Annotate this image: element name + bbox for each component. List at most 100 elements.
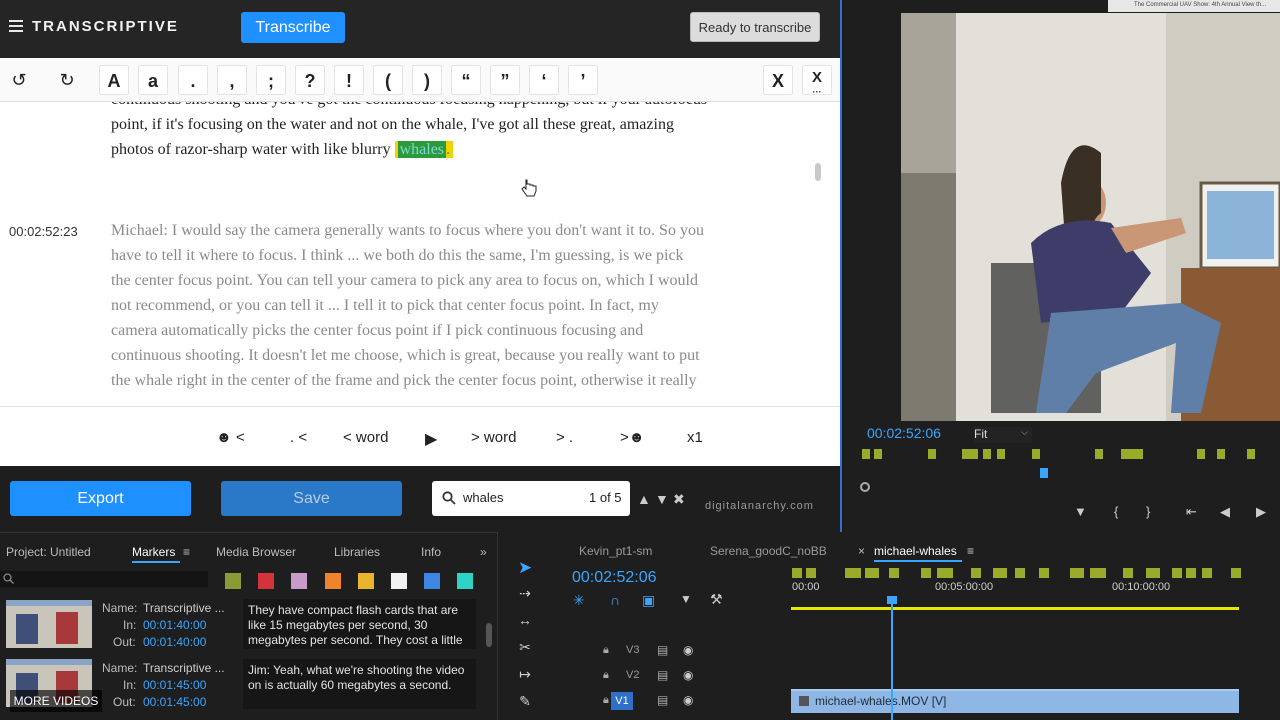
marker[interactable] [997, 449, 1005, 459]
marker[interactable] [889, 568, 899, 578]
snap-icon[interactable]: ∩ [610, 592, 620, 608]
marker[interactable] [845, 568, 861, 578]
prev-word-button[interactable]: < word [343, 429, 388, 446]
prev-speaker-button[interactable]: ☻ < [216, 429, 245, 446]
marker[interactable] [874, 449, 882, 459]
markers-filter-input[interactable] [0, 571, 208, 587]
marker-name[interactable]: Transcriptive ... [143, 601, 225, 615]
tab-media-browser[interactable]: Media Browser [216, 545, 296, 559]
open-single-quote-button[interactable]: ‘ [529, 65, 559, 95]
track-label-v1[interactable]: V1 [611, 692, 633, 710]
razor-tool-icon[interactable]: ✂ [514, 636, 536, 658]
marker[interactable] [806, 568, 816, 578]
marker-in-timecode[interactable]: 00:01:45:00 [143, 678, 206, 692]
hamburger-menu-icon[interactable] [9, 20, 23, 32]
step-back-icon[interactable]: ◀ [1220, 504, 1230, 520]
marker[interactable] [928, 449, 936, 459]
panel-overflow-icon[interactable]: » [480, 545, 487, 559]
marker[interactable] [1123, 568, 1133, 578]
lock-icon[interactable]: 🔒︎ [603, 669, 609, 682]
marker[interactable] [921, 568, 931, 578]
marker[interactable] [792, 568, 802, 578]
marker[interactable] [1202, 568, 1212, 578]
search-prev-icon[interactable]: ▲ [637, 491, 651, 507]
add-marker-icon[interactable]: ▼ [1074, 504, 1087, 519]
tab-project[interactable]: Project: Untitled [6, 545, 91, 559]
redo-icon[interactable]: ↻ [56, 65, 78, 95]
next-sentence-button[interactable]: > . [556, 429, 573, 446]
track-select-tool-icon[interactable]: ⇢ [514, 582, 536, 604]
lock-icon[interactable]: 🔒︎ [603, 644, 609, 657]
video-title-banner[interactable]: The Commercial UAV Show: 4th Annual View… [1108, 0, 1280, 12]
marker[interactable] [1247, 449, 1255, 459]
sync-lock-icon[interactable]: ▤ [657, 668, 668, 682]
program-marker-ruler[interactable] [857, 445, 1272, 471]
mark-out-icon[interactable]: } [1146, 504, 1150, 519]
period-button[interactable]: . [178, 65, 208, 95]
marker[interactable] [993, 568, 1007, 578]
search-next-icon[interactable]: ▼ [655, 491, 669, 507]
track-label-v2[interactable]: V2 [626, 669, 639, 681]
playback-speed-button[interactable]: x1 [687, 429, 703, 446]
marker[interactable] [862, 449, 870, 459]
eye-icon[interactable]: ◉ [683, 643, 693, 657]
lowercase-button[interactable]: a [138, 65, 168, 95]
marker-comment[interactable]: Jim: Yeah, what we're shooting the video… [243, 659, 476, 709]
eye-icon[interactable]: ◉ [683, 668, 693, 682]
marker-color-filter-yellow[interactable] [358, 573, 374, 589]
in-point-icon[interactable] [860, 482, 870, 492]
marker[interactable] [1070, 568, 1084, 578]
lock-icon[interactable]: 🔒︎ [603, 694, 609, 707]
marker[interactable] [1121, 449, 1143, 459]
transcribe-button[interactable]: Transcribe [241, 12, 345, 43]
delete-button[interactable]: X [763, 65, 793, 95]
play-button[interactable]: ▶ [425, 429, 437, 449]
eye-icon[interactable]: ◉ [683, 693, 693, 707]
marker-comment[interactable]: They have compact flash cards that are l… [243, 599, 476, 649]
open-paren-button[interactable]: ( [373, 65, 403, 95]
marker[interactable] [1231, 568, 1241, 578]
search-clear-icon[interactable]: ✖ [673, 491, 685, 508]
video-clip[interactable]: michael-whales.MOV [V] [791, 689, 1239, 713]
paragraph-timecode[interactable]: 00:02:52:23 [9, 224, 78, 239]
marker[interactable] [983, 449, 991, 459]
linked-selection-icon[interactable]: ▣ [642, 592, 655, 609]
marker[interactable] [1217, 449, 1225, 459]
marker-name[interactable]: Transcriptive ... [143, 661, 225, 675]
next-word-button[interactable]: > word [471, 429, 516, 446]
marker[interactable] [1186, 568, 1196, 578]
comma-button[interactable]: , [217, 65, 247, 95]
current-word-highlight[interactable]: whales. [394, 141, 454, 158]
marker[interactable] [971, 568, 981, 578]
semicolon-button[interactable]: ; [256, 65, 286, 95]
more-videos-button[interactable]: MORE VIDEOS [10, 690, 102, 712]
add-marker-icon[interactable]: ▼ [680, 592, 692, 606]
sync-lock-icon[interactable]: ▤ [657, 643, 668, 657]
marker-out-timecode[interactable]: 00:01:45:00 [143, 695, 206, 709]
wrench-icon[interactable]: ⚒ [710, 591, 723, 608]
marker-in-timecode[interactable]: 00:01:40:00 [143, 618, 206, 632]
tab-info[interactable]: Info [421, 545, 441, 559]
open-quote-button[interactable]: “ [451, 65, 481, 95]
editor-scrollbar[interactable] [815, 163, 821, 181]
marker-color-filter-cyan[interactable] [457, 573, 473, 589]
tab-markers[interactable]: Markers [132, 545, 175, 559]
transcript-paragraph-next[interactable]: Michael: I would say the camera generall… [111, 218, 803, 393]
next-speaker-button[interactable]: >☻ [620, 429, 645, 446]
selection-tool-icon[interactable]: ➤ [514, 557, 536, 579]
slip-tool-icon[interactable]: ↦ [514, 663, 536, 685]
sequence-tab[interactable]: Kevin_pt1-sm [579, 544, 652, 558]
marker-color-filter-rose[interactable] [291, 573, 307, 589]
play-icon[interactable]: ▶ [1256, 504, 1266, 520]
zoom-select[interactable]: Fit ⌵ [974, 427, 1032, 443]
capitalize-button[interactable]: A [99, 65, 129, 95]
marker[interactable] [962, 449, 978, 459]
marker-row[interactable]: Name: Transcriptive ... In: 00:01:40:00 … [0, 597, 497, 655]
undo-icon[interactable]: ↺ [8, 65, 30, 95]
marker[interactable] [1172, 568, 1182, 578]
marker-color-filter-orange[interactable] [325, 573, 341, 589]
mark-in-icon[interactable]: { [1114, 504, 1118, 519]
question-mark-button[interactable]: ? [295, 65, 325, 95]
marker[interactable] [1039, 568, 1049, 578]
marker[interactable] [1090, 568, 1106, 578]
